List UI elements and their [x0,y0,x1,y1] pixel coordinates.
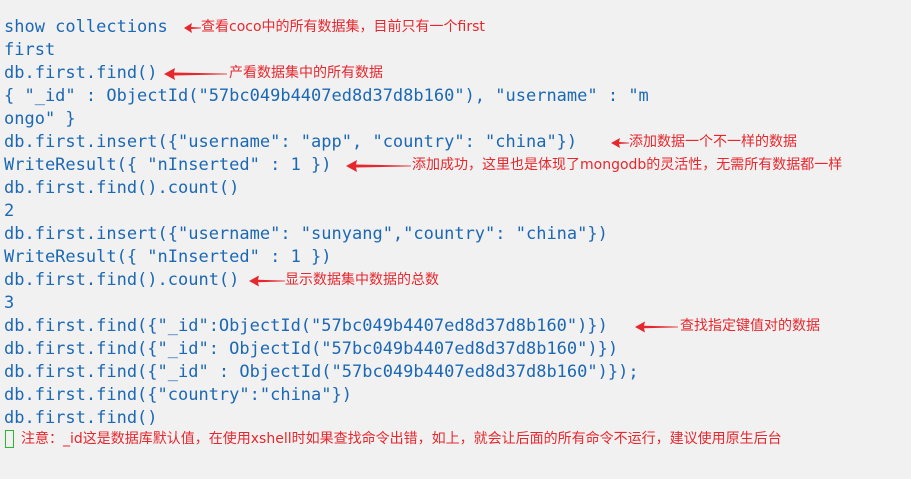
arrow-left-icon [611,138,629,148]
arrow-left-icon [346,160,411,172]
terminal-line-insert-sunyang: db.first.insert({"username": "sunyang","… [4,224,608,244]
terminal-line-count: db.first.find().count() [4,178,240,198]
terminal-cursor [5,430,14,448]
terminal-line-find-by-id-2: db.first.find({"_id": ObjectId("57bc049b… [4,339,619,359]
terminal-line-find-result-wrap: ongo" } [4,109,76,129]
terminal-line-count-2: db.first.find().count() [4,270,240,290]
terminal-line-write-result: WriteResult({ "nInserted" : 1 }) [4,155,332,175]
terminal-line-write-result-2: WriteResult({ "nInserted" : 1 }) [4,247,332,267]
terminal-line-find-all: db.first.find() [4,408,158,428]
terminal-line-show-collections: show collections [4,17,168,37]
terminal-line-find-by-id-3: db.first.find({"_id" : ObjectId("57bc049… [4,362,639,382]
annotation-insert-new: 添加数据一个不一样的数据 [629,134,797,150]
annotation-find-by-key: 查找指定键值对的数据 [680,318,820,334]
arrow-left-icon [249,275,285,287]
terminal-line-insert-app: db.first.insert({"username": "app", "cou… [4,132,578,152]
terminal-line-find-result: { "_id" : ObjectId("57bc049b4407ed8d37d8… [4,86,649,106]
terminal-line-output-first: first [4,40,56,60]
terminal-line-find-by-id: db.first.find({"_id":ObjectId("57bc049b4… [4,316,608,336]
annotation-insert-success: 添加成功，这里也是体现了mongodb的灵活性，无需所有数据都一样 [412,157,843,173]
annotation-bottom-note: 注意：_id这是数据库默认值，在使用xshell时如果查找命令出错，如上，就会让… [21,431,782,447]
arrow-left-icon [164,68,227,80]
terminal-line-find: db.first.find() [4,63,158,83]
terminal-line-count-result: 2 [4,201,15,221]
annotation-show-collections: 查看coco中的所有数据集，目前只有一个first [201,19,485,35]
terminal-line-count-result-2: 3 [4,293,15,313]
terminal-line-find-country: db.first.find({"country":"china"}) [4,385,352,405]
terminal-window[interactable]: show collections first db.first.find() {… [0,0,911,479]
annotation-find-all: 产看数据集中的所有数据 [229,65,383,81]
annotation-count-total: 显示数据集中数据的总数 [285,272,439,288]
arrow-left-icon [635,321,678,333]
arrow-left-icon [184,23,201,33]
